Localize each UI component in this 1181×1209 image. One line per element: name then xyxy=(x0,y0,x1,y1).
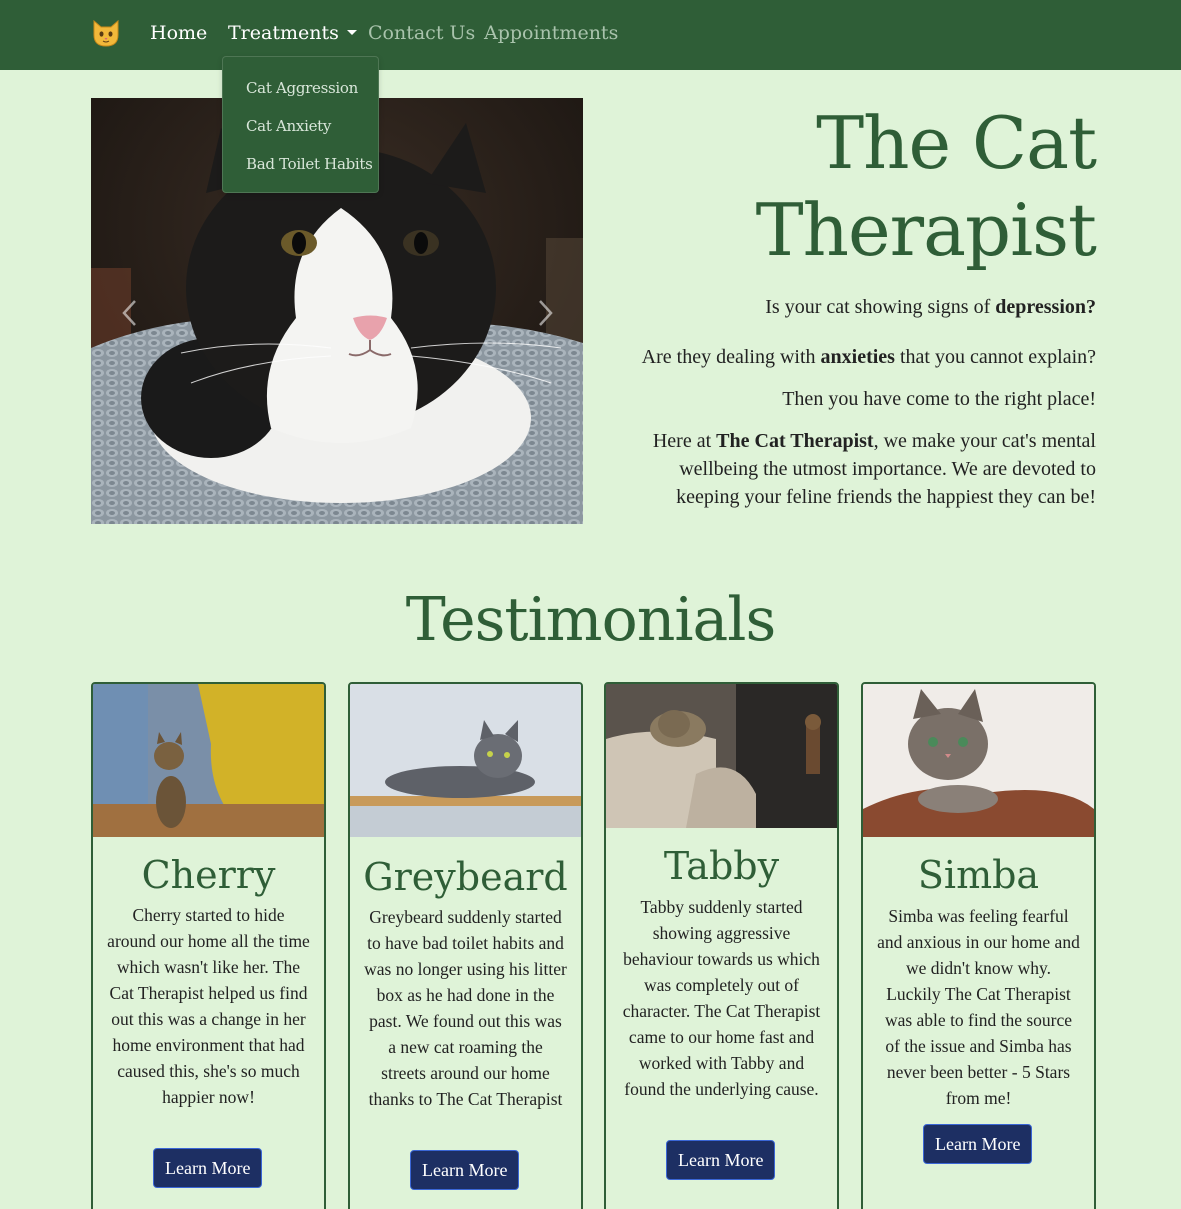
hero-p2-bold: anxieties xyxy=(820,346,895,368)
card-name-greybeard: Greybeard xyxy=(363,855,568,899)
nav-appointments-label: Appointments xyxy=(484,22,619,44)
navbar: Home Treatments Contact Us Appointments xyxy=(0,0,1181,70)
card-text-tabby: Tabby suddenly started showing aggressiv… xyxy=(622,897,821,1099)
simba-cat-image xyxy=(863,684,1094,837)
nav-appointments[interactable]: Appointments xyxy=(484,21,618,45)
hero-p1-text: Is your cat showing signs of xyxy=(765,296,996,318)
greybeard-cat-image xyxy=(350,684,581,837)
hero-p1-bold: depression? xyxy=(995,296,1096,318)
treatments-dropdown-menu: Cat Aggression Cat Anxiety Bad Toilet Ha… xyxy=(222,56,379,193)
testimonials-title: Testimonials xyxy=(405,585,777,655)
cat-face-icon[interactable] xyxy=(90,17,122,49)
page-title-line1: The Cat xyxy=(816,101,1097,185)
hero-paragraph-4: Here at The Cat Therapist, we make your … xyxy=(626,427,1096,511)
caret-down-icon xyxy=(346,30,357,35)
card-name-simba: Simba xyxy=(917,853,1040,897)
page-title-line2: Therapist xyxy=(755,188,1097,272)
hero-paragraph-2: Are they dealing with anxieties that you… xyxy=(642,343,1096,371)
testimonial-card-cherry: Cherry Cherry started to hide around our… xyxy=(91,682,326,1209)
carousel-next-icon[interactable] xyxy=(536,298,556,328)
nav-contact-label: Contact Us xyxy=(368,22,476,44)
cherry-cat-image xyxy=(93,684,324,837)
nav-contact-us[interactable]: Contact Us xyxy=(368,21,475,45)
hero-paragraph-3: Then you have come to the right place! xyxy=(782,388,1096,410)
card-name-cherry: Cherry xyxy=(141,853,276,897)
dropdown-item-bad-toilet-habits[interactable]: Bad Toilet Habits xyxy=(246,155,373,173)
testimonial-card-greybeard: Greybeard Greybeard suddenly started to … xyxy=(348,682,583,1209)
nav-home[interactable]: Home xyxy=(150,21,207,45)
card-text-greybeard: Greybeard suddenly started to have bad t… xyxy=(364,907,567,1109)
page-title: The Cat Therapist xyxy=(676,100,1097,274)
learn-more-button-greybeard[interactable]: Learn More xyxy=(410,1150,520,1190)
testimonial-card-tabby: Tabby Tabby suddenly started showing agg… xyxy=(604,682,839,1209)
nav-treatments[interactable]: Treatments xyxy=(228,21,357,45)
tabby-cat-image xyxy=(606,684,837,828)
card-text-cherry: Cherry started to hide around our home a… xyxy=(107,905,310,1107)
learn-more-button-cherry[interactable]: Learn More xyxy=(153,1148,263,1188)
learn-more-button-simba[interactable]: Learn More xyxy=(923,1124,1033,1164)
dropdown-item-cat-aggression[interactable]: Cat Aggression xyxy=(246,79,358,97)
nav-home-label: Home xyxy=(150,22,208,44)
nav-treatments-label: Treatments xyxy=(228,22,339,44)
learn-more-button-tabby[interactable]: Learn More xyxy=(666,1140,776,1180)
card-text-simba: Simba was feeling fearful and anxious in… xyxy=(877,906,1080,1108)
hero-p2-text: Are they dealing with xyxy=(641,346,821,368)
hero-p2-text-end: that you cannot explain? xyxy=(894,346,1096,368)
hero-paragraph-1: Is your cat showing signs of depression? xyxy=(765,293,1096,321)
hero-p4-text: Here at xyxy=(652,430,717,452)
hero-p4-bold: The Cat Therapist xyxy=(716,430,874,452)
carousel-prev-icon[interactable] xyxy=(119,298,139,328)
testimonial-card-simba: Simba Simba was feeling fearful and anxi… xyxy=(861,682,1096,1209)
card-name-tabby: Tabby xyxy=(663,844,780,888)
dropdown-item-cat-anxiety[interactable]: Cat Anxiety xyxy=(246,117,331,135)
